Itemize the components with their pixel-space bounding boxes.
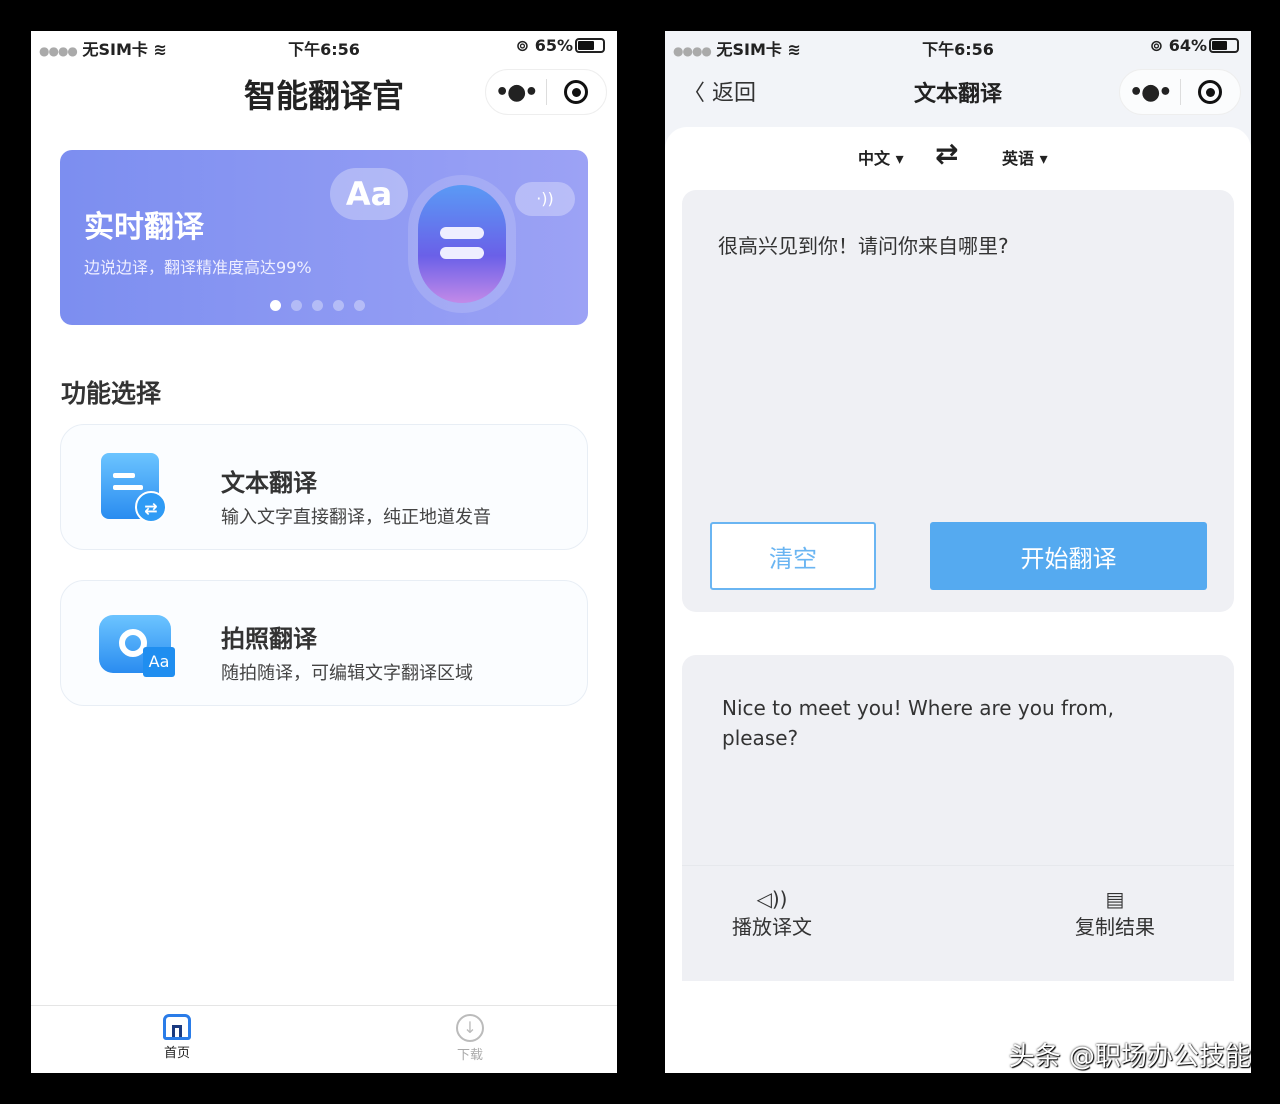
feature-text-translate[interactable]: ⇄ 文本翻译 输入文字直接翻译，纯正地道发音 [60, 424, 588, 550]
carousel-dots [270, 300, 365, 311]
close-target-icon[interactable] [1181, 80, 1241, 104]
translate-button[interactable]: 开始翻译 [930, 522, 1207, 590]
banner-title: 实时翻译 [84, 210, 204, 245]
orientation-lock-icon: ⊚ [515, 36, 530, 55]
download-icon: ↓ [456, 1014, 484, 1042]
mini-program-capsule: •●• [485, 69, 607, 115]
tab-home[interactable]: 首页 [137, 1014, 217, 1061]
home-icon [163, 1014, 191, 1040]
input-text[interactable]: 很高兴见到你！请问你来自哪里? [718, 230, 1009, 259]
feature-desc: 随拍随译，可编辑文字翻译区域 [221, 663, 473, 684]
more-icon[interactable]: •●• [1120, 80, 1180, 105]
tab-download[interactable]: ↓ 下载 [430, 1014, 510, 1063]
play-button[interactable]: ◁)) 播放译文 [732, 887, 812, 940]
feature-desc: 输入文字直接翻译，纯正地道发音 [221, 507, 491, 528]
battery-percent: 65% [534, 36, 573, 55]
banner-carousel[interactable]: 实时翻译 边说边译，翻译精准度高达99% Aa ·)) [60, 150, 588, 325]
battery-icon [575, 38, 605, 53]
output-area: Nice to meet you! Where are you from, pl… [682, 655, 1234, 981]
clear-button[interactable]: 清空 [710, 522, 876, 590]
speaker-icon: ◁)) [756, 887, 788, 911]
status-bar: ●●●● 无SIM卡 ≋ 下午6:56 ⊚ 65% [31, 31, 617, 59]
swap-languages-icon[interactable]: ⇄ [935, 137, 958, 170]
battery-percent: 64% [1168, 36, 1207, 55]
text-translate-screen: ●●●● 无SIM卡 ≋ 下午6:56 ⊚ 64% 〈 返回 文本翻译 •●• … [665, 31, 1251, 1073]
mini-program-capsule: •●• [1119, 69, 1241, 115]
document-translate-icon: ⇄ [101, 453, 167, 523]
battery-icon [1209, 38, 1239, 53]
watermark: 头条 @职场办公技能 [1008, 1042, 1251, 1072]
copy-document-icon: ▤ [1105, 887, 1125, 911]
status-bar: ●●●● 无SIM卡 ≋ 下午6:56 ⊚ 64% [665, 31, 1251, 59]
source-language-select[interactable]: 中文 ▾ [858, 145, 904, 169]
orientation-lock-icon: ⊚ [1149, 36, 1164, 55]
sound-bubble-icon: ·)) [515, 182, 575, 216]
more-icon[interactable]: •●• [486, 80, 546, 105]
microphone-icon [418, 185, 506, 303]
copy-button[interactable]: ▤ 复制结果 [1075, 887, 1155, 940]
feature-title: 文本翻译 [221, 469, 317, 497]
feature-title: 拍照翻译 [221, 625, 317, 653]
section-title: 功能选择 [61, 379, 162, 408]
banner-subtitle: 边说边译，翻译精准度高达99% [84, 258, 312, 277]
camera-translate-icon: Aa [99, 615, 175, 677]
feature-photo-translate[interactable]: Aa 拍照翻译 随拍随译，可编辑文字翻译区域 [60, 580, 588, 706]
aa-bubble: Aa [330, 168, 408, 220]
output-text: Nice to meet you! Where are you from, pl… [722, 696, 1114, 750]
tab-bar: 首页 ↓ 下载 [31, 1005, 617, 1073]
home-screen: ●●●● 无SIM卡 ≋ 下午6:56 ⊚ 65% 智能翻译官 •●• 实时翻译… [31, 31, 617, 1073]
close-target-icon[interactable] [547, 80, 607, 104]
target-language-select[interactable]: 英语 ▾ [1002, 145, 1048, 169]
